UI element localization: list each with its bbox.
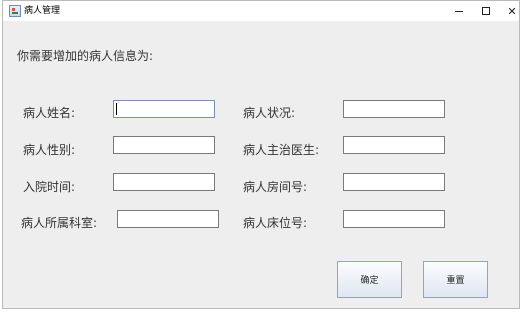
bed-number-input[interactable] [343, 210, 445, 228]
title-bar[interactable]: 病人管理 ✕ [3, 1, 519, 21]
patient-condition-input[interactable] [343, 100, 445, 118]
patient-department-input[interactable] [117, 210, 219, 228]
confirm-button[interactable]: 确定 [337, 261, 402, 298]
admission-time-label: 入院时间: [23, 180, 76, 194]
patient-department-label: 病人所属科室: [21, 216, 98, 230]
maximize-icon [482, 7, 490, 15]
bed-number-label: 病人床位号: [243, 216, 308, 230]
patient-gender-label: 病人性别: [23, 143, 76, 157]
admission-time-input[interactable] [113, 173, 215, 191]
patient-condition-label: 病人状况: [243, 106, 296, 120]
minimize-icon [455, 10, 463, 12]
attending-doctor-input[interactable] [343, 136, 445, 154]
close-icon: ✕ [507, 4, 517, 18]
app-icon [9, 5, 21, 17]
minimize-button[interactable] [444, 1, 474, 21]
room-number-input[interactable] [343, 173, 445, 191]
reset-button[interactable]: 重置 [423, 261, 488, 298]
form-heading: 你需要增加的病人信息为: [17, 49, 154, 63]
window-title: 病人管理 [24, 6, 61, 16]
patient-gender-input[interactable] [113, 136, 215, 154]
attending-doctor-label: 病人主治医生: [243, 143, 320, 157]
app-window: 病人管理 ✕ 你需要增加的病人信息为: 病人姓名: 病人性别: 入院时间: 病人… [2, 0, 520, 309]
form-panel: 你需要增加的病人信息为: 病人姓名: 病人性别: 入院时间: 病人所属科室: 病… [3, 21, 519, 308]
close-button[interactable]: ✕ [497, 1, 524, 21]
room-number-label: 病人房间号: [243, 180, 308, 194]
text-caret [116, 103, 117, 115]
patient-name-label: 病人姓名: [23, 106, 76, 120]
patient-name-input[interactable] [113, 100, 215, 118]
